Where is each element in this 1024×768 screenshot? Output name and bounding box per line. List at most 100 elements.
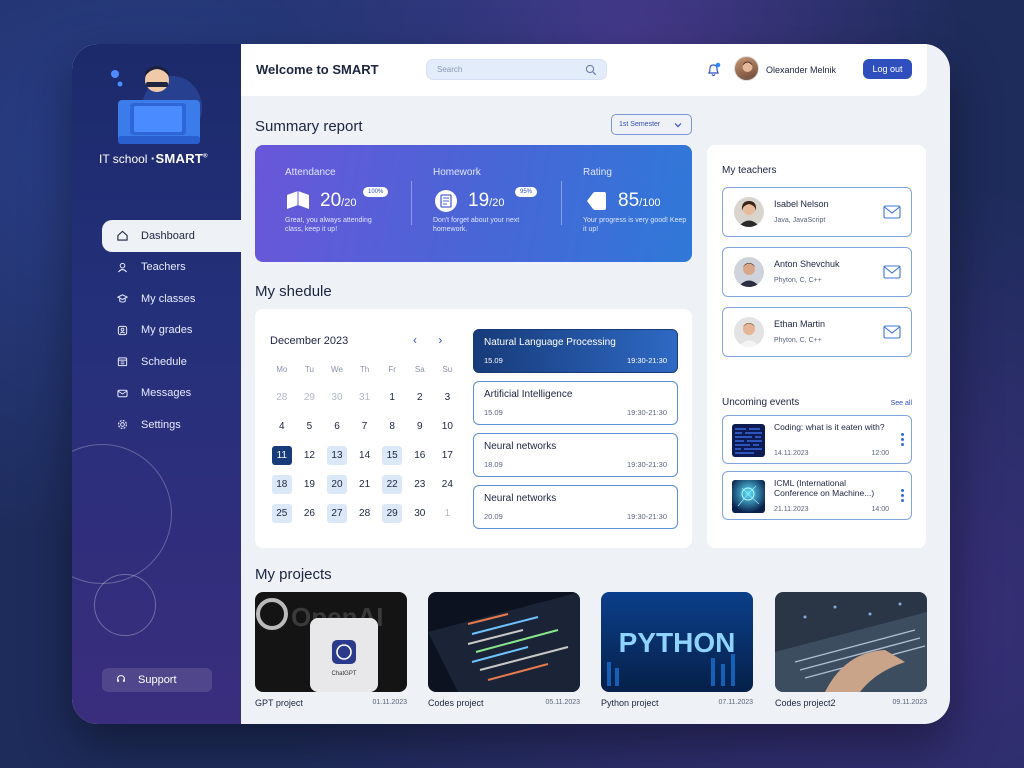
brand-prefix: IT school: [99, 152, 148, 166]
decor-circle: [72, 444, 172, 584]
lesson-card[interactable]: Natural Language Processing 15.09 19:30-21…: [473, 329, 678, 373]
projects-title: My projects: [255, 566, 332, 583]
sidebar-item-label: Teachers: [141, 261, 186, 274]
teachers-events-card: My teachers Isabel Nelson Java, JavaScri…: [707, 145, 926, 548]
schedule-card: December 2023 ‹ › Mo Tu We Th Fr Sa Su 28 29 30 31…: [255, 309, 692, 548]
calendar-day[interactable]: 9: [410, 417, 430, 436]
calendar-day[interactable]: 12: [299, 446, 319, 465]
calendar-day[interactable]: 1: [382, 388, 402, 407]
lesson-name: Neural networks: [484, 493, 557, 504]
sidebar-item-label: Schedule: [141, 355, 187, 368]
calendar-day[interactable]: 18: [271, 475, 292, 494]
calendar-day[interactable]: 3: [437, 388, 457, 407]
sidebar-item-messages[interactable]: Messages: [102, 378, 241, 410]
lesson-date: 15.09: [484, 356, 503, 365]
calendar-day[interactable]: 17: [437, 446, 457, 465]
attendance-value: 20/20: [320, 191, 356, 213]
mail-icon[interactable]: [883, 205, 901, 219]
summary-report-card: Attendance 20/20 100% Great, you always …: [255, 145, 692, 262]
event-card[interactable]: ICML (International Conference on Machin…: [722, 471, 912, 520]
project-name: Codes project: [428, 698, 484, 708]
teacher-name: Ethan Martin: [774, 319, 826, 329]
user-avatar[interactable]: [734, 56, 759, 81]
attendance-badge: 100%: [363, 187, 389, 197]
more-options-icon[interactable]: [901, 489, 904, 504]
project-card[interactable]: OpenAI ChatGPT GPT project 01.11.2023: [255, 592, 407, 708]
lesson-name: Neural networks: [484, 441, 557, 452]
homework-total: /20: [489, 197, 505, 209]
sidebar-item-dashboard[interactable]: Dashboard: [102, 220, 241, 252]
calendar-day-selected[interactable]: 11: [271, 446, 292, 465]
grades-icon: [116, 324, 128, 336]
calendar-day[interactable]: 13: [326, 446, 347, 465]
calendar-day[interactable]: 10: [437, 417, 457, 436]
calendar-day[interactable]: 29: [382, 504, 403, 523]
rating-stat: Rating 85/100 Your progress is very good…: [583, 167, 718, 234]
sidebar-item-my-grades[interactable]: My grades: [102, 315, 241, 347]
teacher-card[interactable]: Anton Shevchuk Phyton, C, C++: [722, 247, 912, 297]
search-icon[interactable]: [585, 64, 597, 76]
certificate-icon: [587, 192, 606, 210]
lesson-card[interactable]: Neural networks 18.09 19:30-21:30: [473, 433, 678, 477]
sidebar-item-my-classes[interactable]: My classes: [102, 283, 241, 315]
calendar-day[interactable]: 21: [355, 475, 375, 494]
lesson-card[interactable]: Neural networks 20.09 19:30-21:30: [473, 485, 678, 529]
logout-button[interactable]: Log out: [863, 59, 912, 79]
calendar-day[interactable]: 22: [382, 475, 403, 494]
calendar-day[interactable]: 14: [355, 446, 375, 465]
see-all-link[interactable]: See all: [891, 400, 912, 407]
calendar-day[interactable]: 4: [272, 417, 292, 436]
calendar-day[interactable]: 5: [299, 417, 319, 436]
sidebar-nav: Dashboard Teachers My classes My grades …: [102, 220, 241, 441]
calendar-day[interactable]: 23: [410, 475, 430, 494]
calendar-day[interactable]: 6: [327, 417, 347, 436]
search-input[interactable]: Search: [426, 59, 607, 80]
calendar-day[interactable]: 25: [271, 504, 292, 523]
search-placeholder: Search: [437, 65, 463, 74]
attendance-total: /20: [341, 197, 357, 209]
homework-value: 19/20: [468, 191, 504, 213]
calendar-day[interactable]: 24: [437, 475, 457, 494]
calendar-day[interactable]: 19: [299, 475, 319, 494]
project-card[interactable]: Codes project 05.11.2023: [428, 592, 580, 708]
calendar-day[interactable]: 15: [382, 446, 403, 465]
teacher-card[interactable]: Isabel Nelson Java, JavaScript: [722, 187, 912, 237]
calendar-day[interactable]: 1: [437, 504, 457, 523]
calendar-day[interactable]: 2: [410, 388, 430, 407]
calendar-day[interactable]: 28: [272, 388, 292, 407]
more-options-icon[interactable]: [901, 433, 904, 448]
calendar-day[interactable]: 28: [355, 504, 375, 523]
calendar-day[interactable]: 26: [299, 504, 319, 523]
calendar-next-button[interactable]: ›: [438, 333, 442, 347]
calendar-prev-button[interactable]: ‹: [413, 333, 417, 347]
mail-icon[interactable]: [883, 265, 901, 279]
lesson-date: 18.09: [484, 460, 503, 469]
calendar-day[interactable]: 8: [382, 417, 402, 436]
project-date: 09.11.2023: [892, 699, 927, 706]
event-date: 14.11.2023: [774, 450, 809, 457]
calendar-day[interactable]: 30: [410, 504, 430, 523]
calendar-day[interactable]: 20: [326, 475, 347, 494]
calendar-day[interactable]: 16: [410, 446, 430, 465]
semester-select[interactable]: 1st Semester: [611, 114, 692, 135]
calendar-day[interactable]: 27: [326, 504, 347, 523]
event-card[interactable]: Coding: what is it eaten with? 14.11.202…: [722, 415, 912, 464]
project-card[interactable]: Codes project2 09.11.2023: [775, 592, 927, 708]
project-card[interactable]: PYTHON Python project 07.11.2023: [601, 592, 753, 708]
support-button[interactable]: Support: [102, 668, 212, 692]
calendar-day[interactable]: 30: [327, 388, 347, 407]
sidebar-item-settings[interactable]: Settings: [102, 409, 241, 441]
teacher-card[interactable]: Ethan Martin Phyton, C, C++: [722, 307, 912, 357]
event-thumbnail: [732, 480, 765, 513]
project-name: Codes project2: [775, 698, 836, 708]
sidebar-item-teachers[interactable]: Teachers: [102, 252, 241, 284]
mail-icon[interactable]: [883, 325, 901, 339]
calendar-day[interactable]: 31: [355, 388, 375, 407]
calendar-day[interactable]: 29: [299, 388, 319, 407]
sidebar-item-schedule[interactable]: Schedule: [102, 346, 241, 378]
calendar-day[interactable]: 7: [355, 417, 375, 436]
lesson-card[interactable]: Artificial Intelligence 15.09 19:30-21:30: [473, 381, 678, 425]
lesson-time: 19:30-21:30: [626, 512, 667, 521]
notification-bell-icon[interactable]: [706, 62, 722, 78]
project-name: GPT project: [255, 698, 303, 708]
